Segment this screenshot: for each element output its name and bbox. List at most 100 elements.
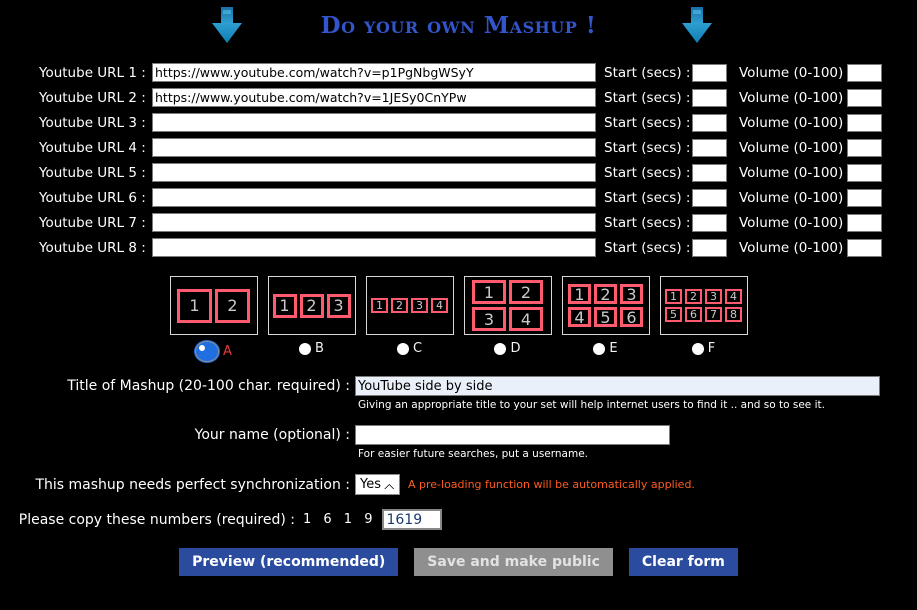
mashup-form-page: Do your own Mashup ! Youtube URL 1 : Star… [0, 0, 917, 610]
start-label: Start (secs) : [604, 214, 691, 231]
layout-option-e[interactable]: 123 456 E [561, 276, 650, 362]
preview-button[interactable]: Preview (recommended) [179, 548, 399, 576]
url-label: Youtube URL 8 : [39, 239, 146, 256]
start-input[interactable] [692, 213, 727, 232]
url-input[interactable] [152, 188, 596, 207]
captcha-input[interactable] [382, 509, 443, 530]
radio-a-icon[interactable] [195, 341, 220, 362]
clear-form-button[interactable]: Clear form [628, 548, 738, 576]
layout-cell: 3 [472, 307, 506, 331]
url-rows: Youtube URL 1 : Start (secs) : Volume (0-1… [0, 60, 917, 260]
title-input[interactable] [355, 376, 880, 396]
layout-cell: 3 [326, 293, 351, 318]
layout-cell: 1 [568, 284, 591, 304]
url-label: Youtube URL 4 : [39, 139, 146, 156]
captcha-row: Please copy these numbers (required) : 1… [0, 509, 917, 530]
layout-cell: 3 [411, 298, 428, 313]
layout-option-c[interactable]: 1234 C [365, 276, 454, 362]
layout-cell: 2 [685, 289, 702, 304]
title-field-hint: Giving an appropriate title to your set … [358, 399, 825, 411]
layout-cell: 8 [725, 307, 742, 322]
url-row: Youtube URL 8 : Start (secs) : Volume (0-1… [0, 235, 917, 260]
layout-preview[interactable]: 123 [267, 276, 356, 335]
layout-radio-row[interactable]: B [268, 341, 356, 356]
layout-preview[interactable]: 1234 [365, 276, 454, 335]
layout-radio-row[interactable]: A [170, 341, 258, 362]
start-label: Start (secs) : [604, 89, 691, 106]
layout-grid: 123 [272, 293, 351, 318]
radio-b-icon[interactable] [299, 342, 312, 355]
url-input[interactable] [152, 238, 596, 257]
layout-radio-label: E [609, 341, 618, 356]
layout-grid: 1234 [472, 280, 543, 331]
volume-input[interactable] [847, 163, 882, 182]
url-row: Youtube URL 5 : Start (secs) : Volume (0-1… [0, 160, 917, 185]
start-input[interactable] [692, 163, 727, 182]
layout-option-b[interactable]: 123 B [267, 276, 356, 362]
url-input[interactable] [152, 138, 596, 157]
layout-radio-row[interactable]: F [660, 341, 748, 356]
url-row: Youtube URL 1 : Start (secs) : Volume (0-1… [0, 60, 917, 85]
layout-cell: 2 [391, 298, 408, 313]
layout-radio-row[interactable]: C [366, 341, 454, 356]
layout-cell: 4 [725, 289, 742, 304]
start-label: Start (secs) : [604, 64, 691, 81]
name-field-label: Your name (optional) : [194, 427, 350, 443]
layout-cell: 6 [620, 307, 643, 327]
url-row: Youtube URL 6 : Start (secs) : Volume (0-1… [0, 185, 917, 210]
layout-radio-label: C [412, 341, 423, 356]
volume-input[interactable] [847, 138, 882, 157]
layout-option-a[interactable]: 12 A [169, 276, 258, 362]
sync-select[interactable]: YesNo [355, 474, 400, 495]
layout-preview[interactable]: 123 456 [561, 276, 650, 335]
layout-cell: 6 [685, 307, 702, 322]
url-label: Youtube URL 1 : [39, 64, 146, 81]
radio-c-icon[interactable] [396, 342, 409, 355]
volume-input[interactable] [847, 63, 882, 82]
captcha-label: Please copy these numbers (required) : [18, 511, 295, 528]
volume-input[interactable] [847, 188, 882, 207]
arrow-down-icon [205, 3, 249, 47]
layout-option-d[interactable]: 1234 D [463, 276, 552, 362]
layout-preview[interactable]: 1234 [463, 276, 552, 335]
volume-input[interactable] [847, 113, 882, 132]
layout-option-f[interactable]: 1234 5678 F [659, 276, 748, 362]
start-input[interactable] [692, 63, 727, 82]
layout-cell: 3 [705, 289, 722, 304]
url-input[interactable] [152, 213, 596, 232]
radio-e-icon[interactable] [593, 342, 606, 355]
layout-grid: 123 456 [568, 284, 643, 327]
volume-input[interactable] [847, 238, 882, 257]
volume-input[interactable] [847, 213, 882, 232]
volume-label: Volume (0-100) : [739, 89, 853, 106]
url-label: Youtube URL 2 : [39, 89, 146, 106]
layout-preview[interactable]: 12 [169, 276, 258, 335]
layout-cell: 1 [665, 289, 682, 304]
layout-grid: 1234 5678 [665, 289, 742, 322]
title-field-label: Title of Mashup (20-100 char. required) … [67, 378, 350, 394]
start-input[interactable] [692, 238, 727, 257]
layout-radio-row[interactable]: E [562, 341, 650, 356]
layout-preview[interactable]: 1234 5678 [659, 276, 748, 335]
start-input[interactable] [692, 188, 727, 207]
url-input[interactable] [152, 63, 596, 82]
volume-input[interactable] [847, 88, 882, 107]
radio-f-icon[interactable] [691, 342, 704, 355]
name-field-row: Your name (optional) : [0, 425, 917, 445]
title-field-row: Title of Mashup (20-100 char. required) … [0, 376, 917, 396]
layout-cell: 2 [594, 284, 617, 304]
url-input[interactable] [152, 88, 596, 107]
start-input[interactable] [692, 113, 727, 132]
volume-label: Volume (0-100) : [739, 64, 853, 81]
radio-d-icon[interactable] [494, 342, 507, 355]
sync-warning-text: A pre-loading function will be automatic… [408, 478, 695, 491]
name-input[interactable] [355, 425, 670, 445]
start-input[interactable] [692, 88, 727, 107]
save-public-button[interactable]: Save and make public [414, 548, 613, 576]
captcha-digits: 1 6 1 9 [303, 512, 377, 527]
start-input[interactable] [692, 138, 727, 157]
url-input[interactable] [152, 113, 596, 132]
layout-radio-row[interactable]: D [464, 341, 552, 356]
layout-cell: 5 [665, 307, 682, 322]
url-input[interactable] [152, 163, 596, 182]
